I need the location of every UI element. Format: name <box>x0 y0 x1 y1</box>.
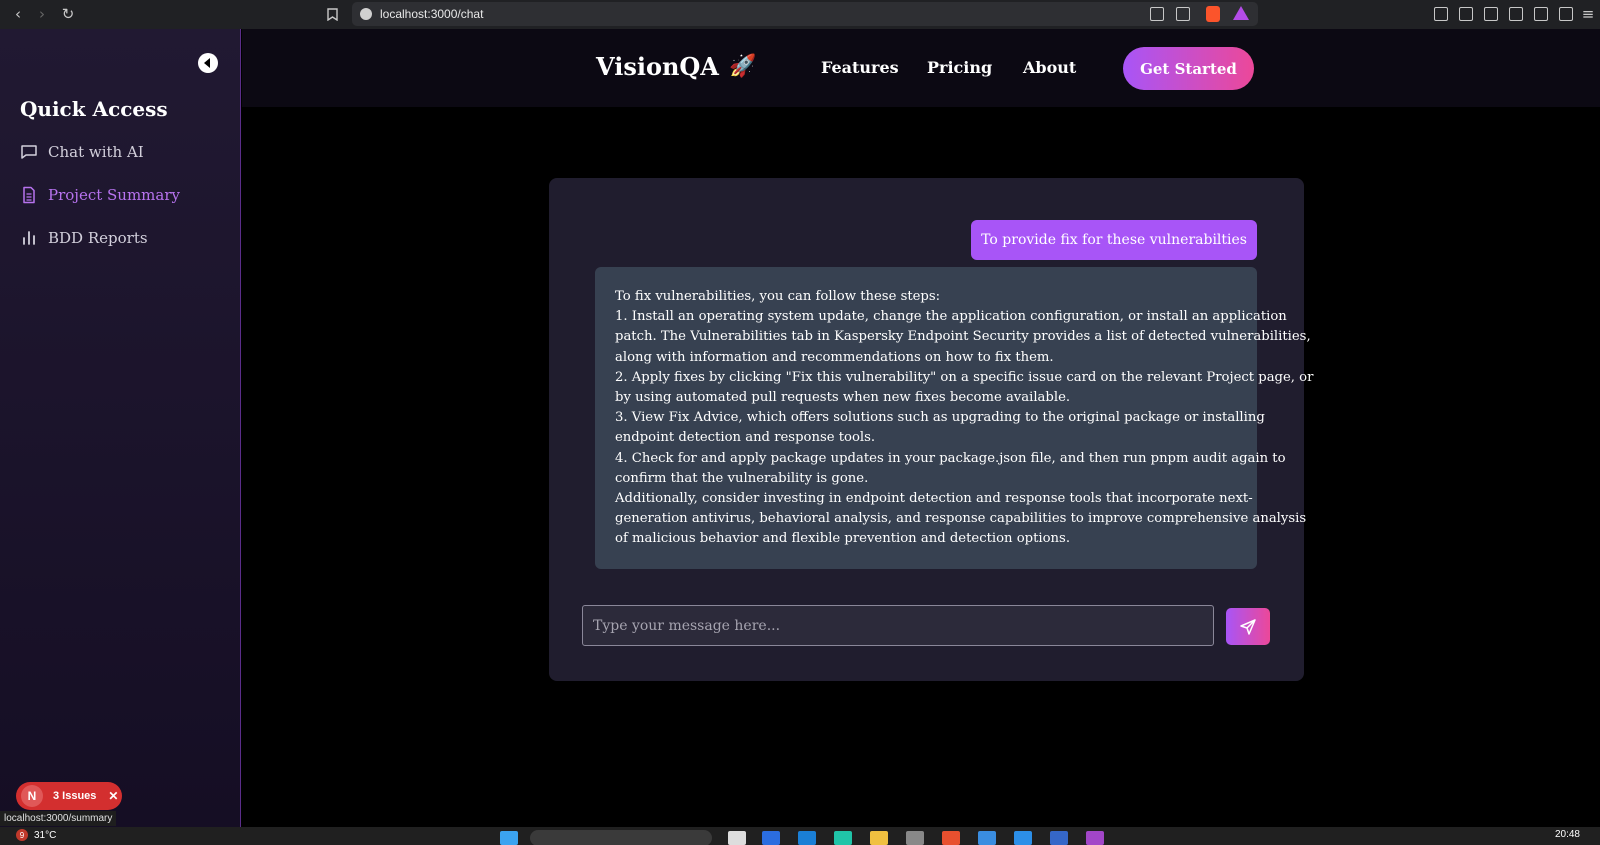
app-icon[interactable] <box>1050 831 1068 845</box>
sidebar-item-label: BDD Reports <box>48 229 148 247</box>
status-bar-url: localhost:3000/summary <box>0 811 117 826</box>
brave-rewards-icon[interactable] <box>1233 6 1249 20</box>
brand-logo[interactable]: VisionQA 🚀 <box>596 52 756 81</box>
sidebar-item-label: Project Summary <box>48 186 180 204</box>
sidebar: Quick Access Chat with AI Project Summar… <box>0 29 241 827</box>
sidebar-item-project-summary[interactable]: Project Summary <box>20 186 180 204</box>
user-message: To provide fix for these vulnerabilties <box>971 220 1257 260</box>
bar-chart-icon <box>23 231 35 245</box>
app-icon[interactable] <box>1086 831 1104 845</box>
issues-count: 3 Issues <box>53 790 97 802</box>
share-icon[interactable] <box>1176 7 1190 21</box>
store-icon[interactable] <box>978 831 996 845</box>
edge-icon[interactable] <box>834 831 852 845</box>
bookmark-icon[interactable] <box>320 2 344 26</box>
temperature: 31°C <box>34 829 57 841</box>
issues-badge[interactable]: N 3 Issues ✕ <box>16 782 122 810</box>
nav-features[interactable]: Features <box>821 58 899 77</box>
vscode-icon[interactable] <box>1014 831 1032 845</box>
ai-message-line: 2. Apply fixes by clicking "Fix this vul… <box>615 369 1314 385</box>
browser-toolbar: ‹ › ↻ localhost:3000/chat ≡ <box>0 0 1600 29</box>
chat-panel: To provide fix for these vulnerabilties … <box>549 178 1314 681</box>
ai-message-line: Additionally, consider investing in endp… <box>615 491 1253 507</box>
ai-message-line: patch. The Vulnerabilities tab in Kasper… <box>615 329 1311 345</box>
reload-icon[interactable]: ↻ <box>56 2 80 26</box>
sidebar-toggle-icon[interactable] <box>1484 7 1498 21</box>
open-external-icon[interactable] <box>1150 7 1164 21</box>
windows-taskbar: 9 31°C 20:48 <box>0 827 1600 845</box>
sidebar-item-label: Chat with AI <box>48 143 144 161</box>
close-icon[interactable]: ✕ <box>108 789 118 803</box>
menu-icon[interactable]: ≡ <box>1576 2 1600 26</box>
ai-message: To fix vulnerabilities, you can follow t… <box>595 267 1314 569</box>
ai-message-line: 4. Check for and apply package updates i… <box>615 450 1286 466</box>
app-icon[interactable] <box>906 831 924 845</box>
ai-message-line: confirm that the vulnerability is gone. <box>615 470 869 486</box>
ai-message-line: by using automated pull requests when ne… <box>615 390 1071 406</box>
ai-message-line: generation antivirus, behavioral analysi… <box>615 511 1307 527</box>
ai-message-line: of malicious behavior and flexible preve… <box>615 531 1071 547</box>
top-navbar: VisionQA 🚀 Features Pricing About Get St… <box>242 29 1600 107</box>
app-icon[interactable] <box>798 831 816 845</box>
ai-message-line: To fix vulnerabilities, you can follow t… <box>615 289 941 304</box>
rocket-icon: 🚀 <box>728 54 757 79</box>
task-view-icon[interactable] <box>728 831 746 845</box>
site-info-icon[interactable] <box>360 8 372 20</box>
extensions-icon[interactable] <box>1434 7 1448 21</box>
send-icon <box>1240 618 1256 635</box>
document-icon <box>23 186 35 204</box>
notification-badge: 9 <box>16 829 28 841</box>
get-started-button[interactable]: Get Started <box>1123 47 1254 90</box>
nav-pricing[interactable]: Pricing <box>927 58 992 77</box>
nextjs-logo-icon: N <box>21 785 43 807</box>
wallet-icon[interactable] <box>1509 7 1523 21</box>
address-bar[interactable]: localhost:3000/chat <box>352 2 1258 26</box>
weather-widget[interactable]: 9 31°C <box>16 829 56 841</box>
send-button[interactable] <box>1226 608 1270 645</box>
brand-name: VisionQA <box>596 52 719 81</box>
chat-bubble-icon <box>21 145 37 159</box>
address-url: localhost:3000/chat <box>380 7 484 21</box>
forward-icon[interactable]: › <box>30 2 54 26</box>
clock: 20:48 <box>1554 829 1580 840</box>
leo-ai-icon[interactable] <box>1534 7 1548 21</box>
ai-message-line: along with information and recommendatio… <box>615 349 1054 365</box>
brave-icon[interactable] <box>942 831 960 845</box>
ai-message-line: 1. Install an operating system update, c… <box>615 309 1287 325</box>
brave-shield-icon[interactable] <box>1206 6 1220 22</box>
windows-start-icon[interactable] <box>500 831 518 845</box>
collapse-sidebar-button[interactable] <box>198 53 218 73</box>
back-icon[interactable]: ‹ <box>6 2 30 26</box>
ai-message-line: endpoint detection and response tools. <box>615 430 876 446</box>
sidebar-title: Quick Access <box>20 97 168 121</box>
vpn-icon[interactable] <box>1559 7 1573 21</box>
ai-message-line: 3. View Fix Advice, which offers solutio… <box>615 410 1265 426</box>
file-explorer-icon[interactable] <box>870 831 888 845</box>
sidebar-item-bdd-reports[interactable]: BDD Reports <box>20 229 148 247</box>
app-icon[interactable] <box>762 831 780 845</box>
sidebar-item-chat[interactable]: Chat with AI <box>20 143 144 161</box>
message-input[interactable] <box>582 605 1214 646</box>
taskbar-search[interactable] <box>530 830 712 845</box>
download-icon[interactable] <box>1459 7 1473 21</box>
nav-about[interactable]: About <box>1023 58 1076 77</box>
